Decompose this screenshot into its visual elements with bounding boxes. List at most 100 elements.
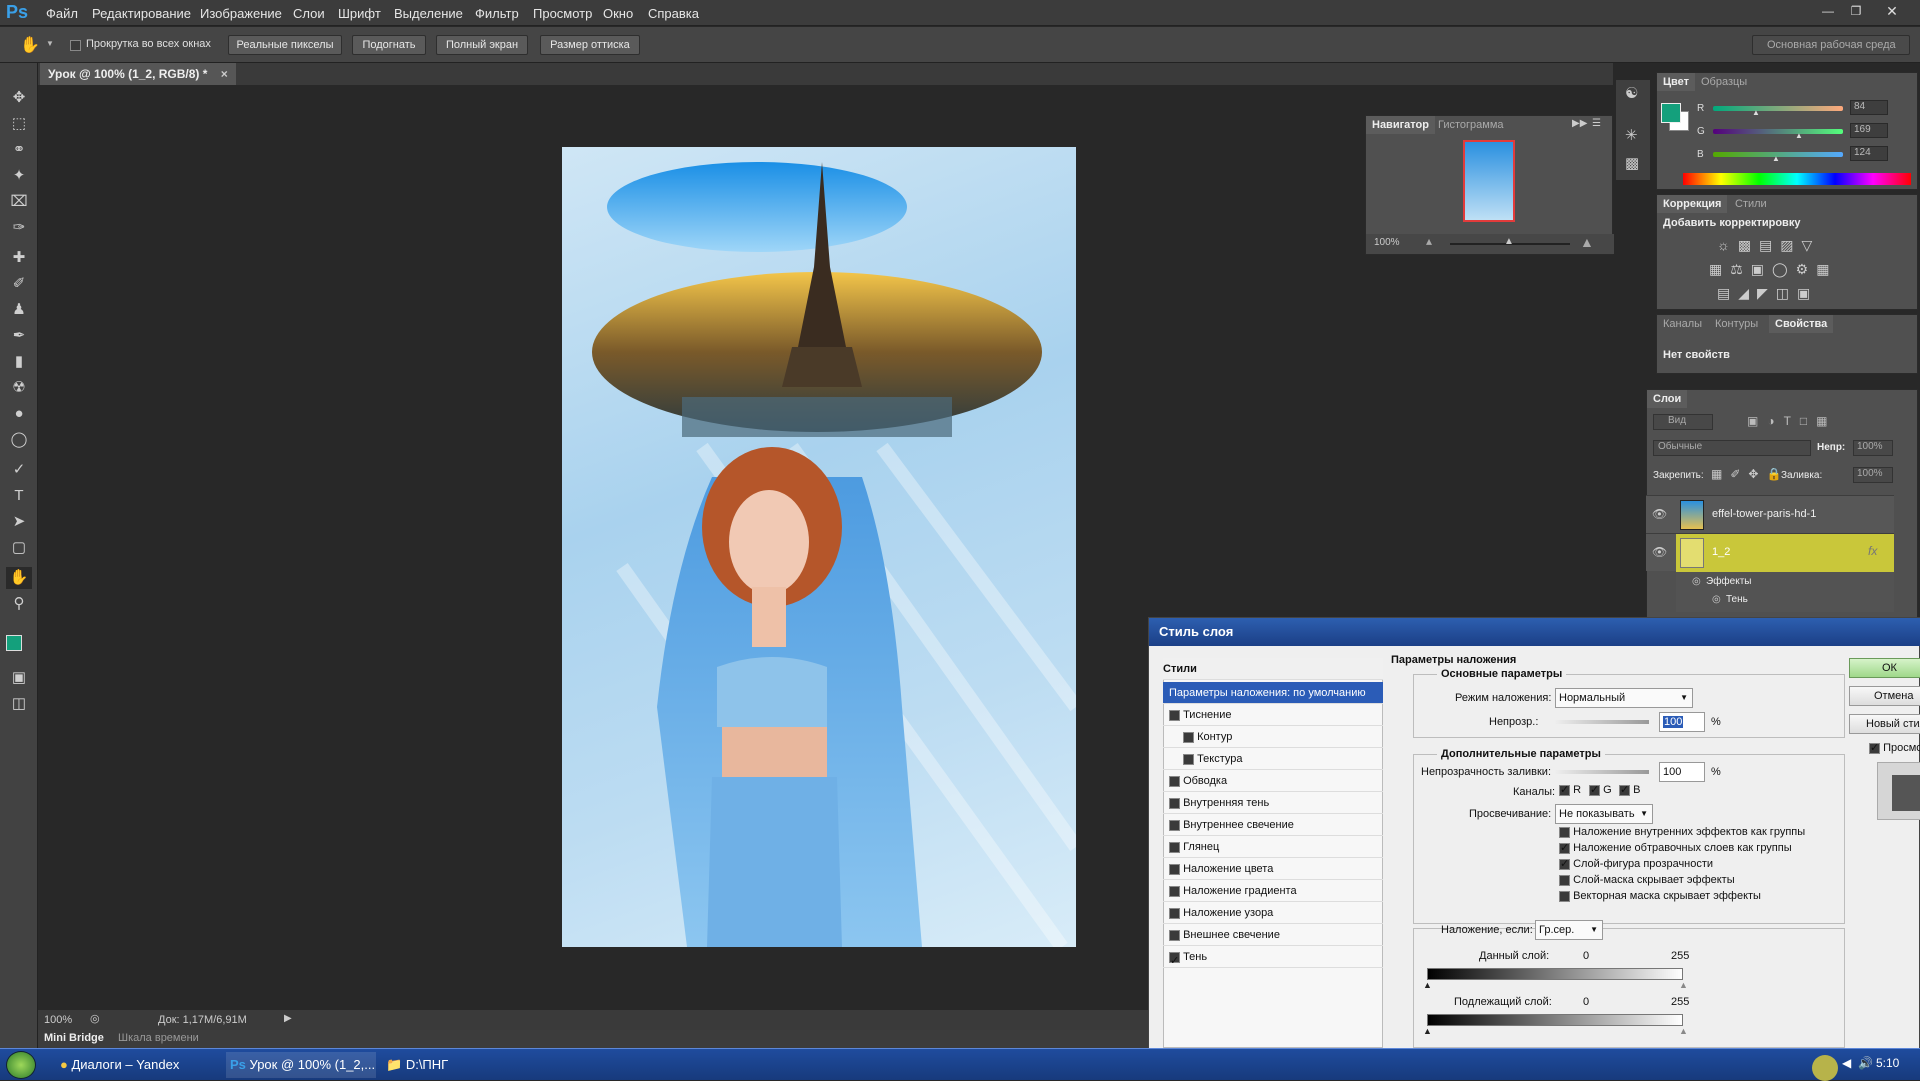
actual-pixels-button[interactable]: Реальные пикселы [228,35,342,55]
effects-eye-icon[interactable]: ◎ [1692,576,1701,587]
status-menu-arrow-icon[interactable]: ▶ [284,1013,292,1024]
style-gradient-overlay[interactable]: Наложение градиента [1163,880,1383,902]
menu-select[interactable]: Выделение [394,6,463,21]
close-tab-icon[interactable]: × [221,67,228,81]
menu-view[interactable]: Просмотр [533,6,592,21]
crop-tool-icon[interactable]: ⌧ [6,191,32,213]
r-value[interactable]: 84 [1850,100,1888,115]
style-satin[interactable]: Глянец [1163,836,1383,858]
hand-tool-icon[interactable]: ✋ [20,35,40,55]
pen-tool-icon[interactable]: ✓ [6,459,32,481]
opacity-input[interactable]: 100 [1659,712,1705,732]
styles-header[interactable]: Стили [1163,658,1383,680]
screen-mode-icon[interactable]: ◫ [6,693,32,715]
zoom-tool-icon[interactable]: ⚲ [6,593,32,615]
opacity-slider[interactable] [1555,720,1649,724]
tab-styles[interactable]: Стили [1729,195,1773,213]
layer-fill[interactable]: 100% [1853,467,1893,483]
taskbar-clock[interactable]: 5:10 [1876,1056,1899,1070]
panel-menu-icon[interactable]: ☰ [1592,118,1601,129]
fg-color[interactable] [1661,103,1681,123]
expand-icon[interactable]: ▶▶ [1572,118,1587,129]
menu-layers[interactable]: Слои [293,6,325,21]
history-brush-tool-icon[interactable]: ✒ [6,325,32,347]
tab-swatches[interactable]: Образцы [1695,73,1753,91]
scroll-all-checkbox[interactable] [70,38,81,52]
channel-g-checkbox[interactable]: G [1589,783,1612,796]
style-blending-options[interactable]: Параметры наложения: по умолчанию [1163,682,1383,704]
dodge-tool-icon[interactable]: ◯ [6,429,32,451]
style-outer-glow[interactable]: Внешнее свечение [1163,924,1383,946]
channel-r-checkbox[interactable]: R [1559,783,1581,796]
tab-histogram[interactable]: Гистограмма [1432,116,1510,134]
artboard-image[interactable] [562,147,1076,947]
fill-opacity-slider[interactable] [1555,770,1649,774]
style-texture[interactable]: Текстура [1163,748,1383,770]
menu-help[interactable]: Справка [648,6,699,21]
close-icon[interactable]: ✕ [1879,2,1905,20]
adjustment-icons-row-1[interactable]: ☼▩▤▨▽ [1717,237,1820,254]
tab-mini-bridge[interactable]: Mini Bridge [44,1032,104,1044]
this-layer-gradient[interactable] [1427,968,1683,980]
shape-tool-icon[interactable]: ▢ [6,537,32,559]
zoom-out-icon[interactable]: ▴ [1426,234,1432,248]
hand-tool-icon[interactable]: ✋ [6,567,32,589]
adjustment-icons-row-3[interactable]: ▤◢◤◫▣ [1717,285,1818,302]
menu-edit[interactable]: Редактирование [92,6,191,21]
this-layer-white-handle[interactable]: ▲ [1679,980,1688,990]
workspace-select[interactable]: Основная рабочая среда [1752,35,1910,55]
adjustment-icons-row-2[interactable]: ▦⚖▣◯⚙▦ [1709,261,1837,278]
lasso-tool-icon[interactable]: ⚭ [6,139,32,161]
knockout-select[interactable]: Не показывать [1555,804,1653,824]
color-ramp[interactable] [1683,173,1911,185]
blend-mode-select[interactable]: Нормальный [1555,688,1693,708]
status-icon[interactable]: ◎ [90,1012,100,1025]
restore-icon[interactable]: ❐ [1843,2,1869,20]
tab-color[interactable]: Цвет [1657,73,1696,91]
underlying-gradient[interactable] [1427,1014,1683,1026]
layer-name[interactable]: 1_2 [1712,546,1730,558]
style-bevel[interactable]: Тиснение [1163,704,1383,726]
menu-image[interactable]: Изображение [200,6,282,21]
tab-channels[interactable]: Каналы [1657,315,1708,333]
brush-presets-icon[interactable]: ✳ [1625,126,1638,144]
type-tool-icon[interactable]: T [6,485,32,507]
style-inner-glow[interactable]: Внутреннее свечение [1163,814,1383,836]
brush-tool-icon[interactable]: ✐ [6,273,32,295]
fx-icon[interactable]: fx [1868,544,1877,558]
r-slider-handle[interactable]: ▲ [1752,108,1760,117]
menu-file[interactable]: Файл [46,6,78,21]
navigator-zoom[interactable]: 100% [1374,237,1400,248]
quick-mask-icon[interactable]: ▣ [6,667,32,689]
history-icon[interactable]: ☯ [1625,84,1638,102]
navigator-thumbnail[interactable] [1463,140,1515,222]
b-value[interactable]: 124 [1850,146,1888,161]
option-vector-mask-hides[interactable]: Векторная маска скрывает эффекты [1559,890,1761,902]
tab-navigator[interactable]: Навигатор [1366,116,1435,134]
style-drop-shadow[interactable]: Тень [1163,946,1383,972]
this-layer-black-handle[interactable]: ▲ [1423,980,1432,990]
bucket-tool-icon[interactable]: ☢ [6,377,32,399]
layer-filter-icons[interactable]: ▣◑T□▦ [1747,414,1837,428]
zoom-in-icon[interactable]: ▲ [1580,234,1594,250]
fit-screen-button[interactable]: Подогнать [352,35,426,55]
b-slider-handle[interactable]: ▲ [1772,154,1780,163]
underlying-black-handle[interactable]: ▲ [1423,1026,1432,1036]
fullscreen-button[interactable]: Полный экран [436,35,528,55]
style-pattern-overlay[interactable]: Наложение узора [1163,902,1383,924]
shadow-effect-label[interactable]: Тень [1726,594,1748,605]
menu-filter[interactable]: Фильтр [475,6,519,21]
g-value[interactable]: 169 [1850,123,1888,138]
visibility-eye-icon[interactable]: 👁 [1652,545,1667,559]
marquee-tool-icon[interactable]: ⬚ [6,113,32,135]
minimize-icon[interactable]: — [1815,2,1841,20]
option-layer-mask-hides[interactable]: Слой-маска скрывает эффекты [1559,874,1735,886]
taskbar-yandex[interactable]: ● Диалоги – Yandex [60,1052,220,1078]
fill-opacity-input[interactable]: 100 [1659,762,1705,782]
layer-opacity[interactable]: 100% [1853,440,1893,456]
tab-timeline[interactable]: Шкала времени [118,1032,199,1044]
tab-adjustments[interactable]: Коррекция [1657,195,1728,213]
style-inner-shadow[interactable]: Внутренняя тень [1163,792,1383,814]
menu-type[interactable]: Шрифт [338,6,381,21]
chevron-down-icon[interactable]: ▼ [46,39,54,48]
